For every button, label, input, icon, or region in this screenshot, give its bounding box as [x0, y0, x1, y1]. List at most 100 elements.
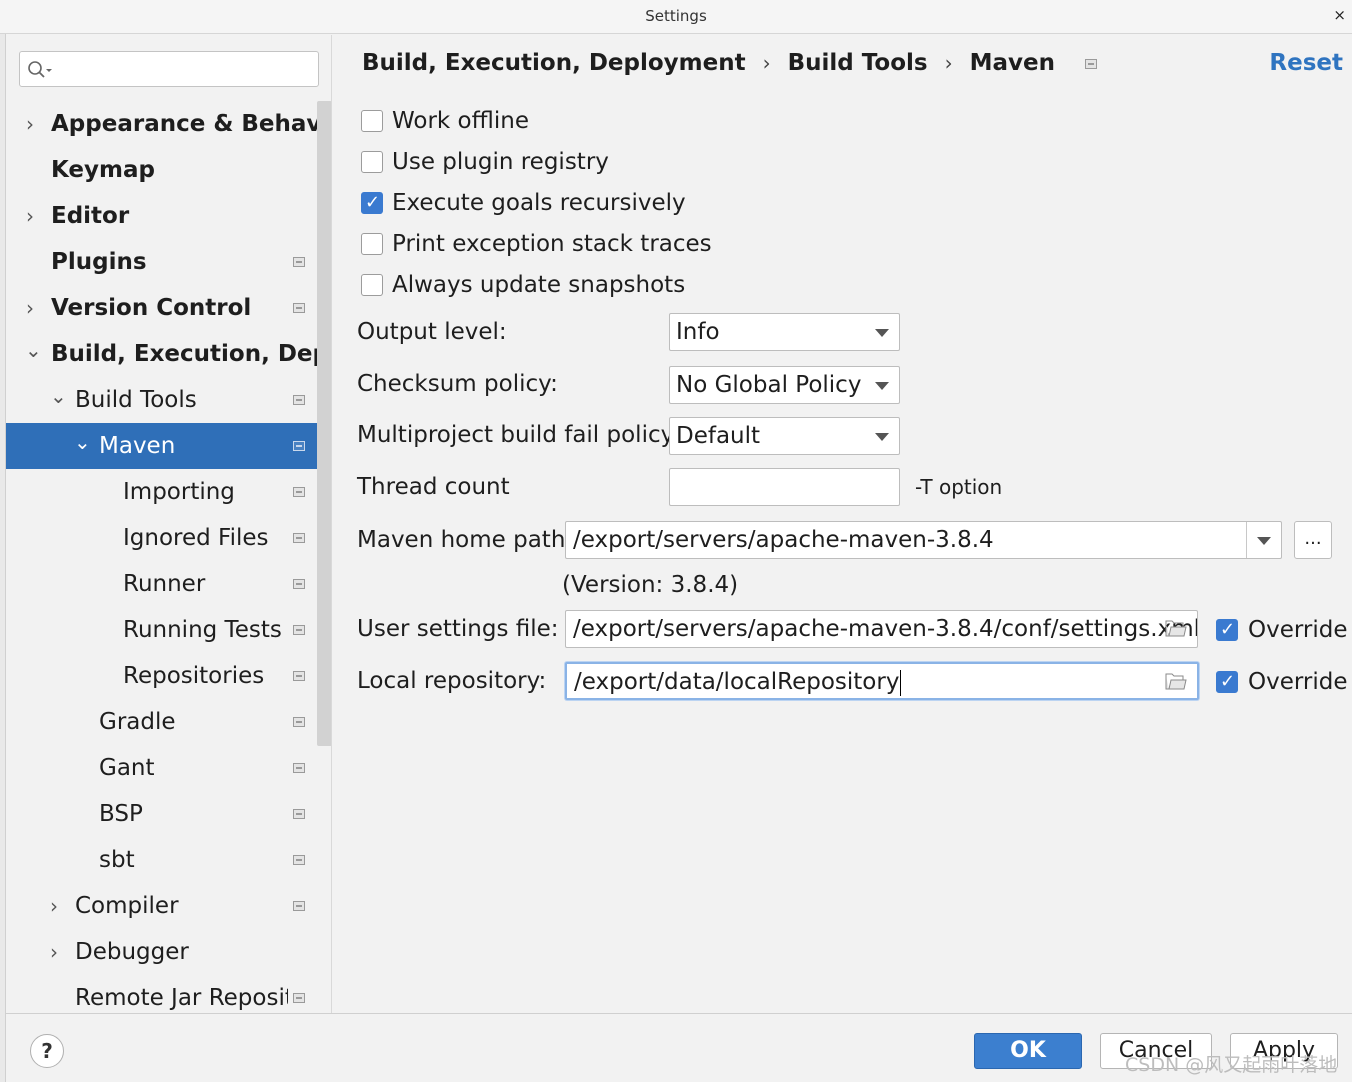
sidebar-item-gant[interactable]: Gant	[6, 745, 331, 791]
sidebar-item-version-control[interactable]: › Version Control	[6, 285, 331, 331]
sidebar-item-maven[interactable]: ⌄ Maven	[6, 423, 331, 469]
sidebar-item-sbt[interactable]: sbt	[6, 837, 331, 883]
dropdown-arrow-icon[interactable]	[1257, 537, 1271, 545]
sidebar-item-runner[interactable]: Runner	[6, 561, 331, 607]
sidebar-item-gradle[interactable]: Gradle	[6, 699, 331, 745]
chevron-down-icon: ⌄	[25, 338, 42, 362]
maven-home-input[interactable]: /export/servers/apache-maven-3.8.4	[565, 521, 1282, 559]
sidebar-item-bsp[interactable]: BSP	[6, 791, 331, 837]
sidebar-item-label: Version Control	[51, 295, 252, 321]
sidebar-item-label: Ignored Files	[123, 525, 269, 551]
breadcrumb-separator: ›	[944, 51, 953, 75]
project-settings-icon	[293, 487, 305, 497]
breadcrumb-build-tools: Build Tools	[787, 50, 928, 76]
combo-divider	[1246, 522, 1247, 558]
project-settings-icon	[293, 855, 305, 865]
sidebar-item-build-tools[interactable]: ⌄ Build Tools	[6, 377, 331, 423]
sidebar-item-plugins[interactable]: Plugins	[6, 239, 331, 285]
sidebar-scrollbar[interactable]	[317, 101, 331, 746]
sidebar-item-label: Compiler	[75, 893, 179, 919]
sidebar-item-build-execution[interactable]: ⌄ Build, Execution, Deplo	[6, 331, 331, 377]
project-settings-icon	[293, 533, 305, 543]
dropdown-arrow-icon	[875, 329, 889, 337]
search-input[interactable]	[19, 51, 319, 87]
checkbox-unchecked[interactable]	[361, 151, 383, 173]
output-level-label: Output level:	[357, 319, 507, 345]
chevron-down-icon: ⌄	[50, 384, 67, 408]
checkbox-checked[interactable]	[1216, 667, 1238, 697]
sidebar-item-ignored-files[interactable]: Ignored Files	[6, 515, 331, 561]
checkbox-label: Work offline	[392, 108, 529, 134]
multiproject-policy-label: Multiproject build fail policy:	[357, 422, 681, 448]
user-settings-input[interactable]: /export/servers/apache-maven-3.8.4/conf/…	[565, 610, 1198, 648]
text-caret	[900, 669, 902, 696]
sidebar-item-debugger[interactable]: › Debugger	[6, 929, 331, 975]
reset-link[interactable]: Reset	[1269, 50, 1343, 76]
chevron-right-icon: ›	[50, 894, 58, 918]
sidebar-item-label: Maven	[99, 433, 176, 459]
maven-home-label: Maven home path:	[357, 527, 574, 553]
sidebar-item-compiler[interactable]: › Compiler	[6, 883, 331, 929]
sidebar-item-keymap[interactable]: Keymap	[6, 147, 331, 193]
sidebar-item-label: Keymap	[51, 157, 155, 183]
project-settings-icon	[293, 625, 305, 635]
ok-button[interactable]: OK	[974, 1033, 1082, 1069]
project-settings-icon	[293, 257, 305, 267]
checkbox-label: Print exception stack traces	[392, 231, 712, 257]
checkbox-unchecked[interactable]	[361, 233, 383, 255]
project-settings-icon	[293, 395, 305, 405]
project-settings-icon	[293, 717, 305, 727]
sidebar-item-remote-jar[interactable]: Remote Jar Reposito	[6, 975, 331, 1013]
close-icon[interactable]: ×	[1333, 6, 1346, 24]
breadcrumb: Build, Execution, Deployment › Build Tools…	[362, 50, 1097, 76]
project-settings-icon	[293, 809, 305, 819]
sidebar-item-appearance[interactable]: › Appearance & Behavior	[6, 101, 331, 147]
sidebar-item-importing[interactable]: Importing	[6, 469, 331, 515]
sidebar-item-label: sbt	[99, 847, 135, 873]
project-settings-icon	[1084, 58, 1097, 69]
project-settings-icon	[293, 763, 305, 773]
checkbox-label: Override	[1248, 669, 1348, 695]
project-settings-icon	[293, 901, 305, 911]
dropdown-arrow-icon	[875, 433, 889, 441]
chevron-right-icon: ›	[50, 940, 58, 964]
checkbox-label: Override	[1248, 617, 1348, 643]
help-button[interactable]: ?	[30, 1034, 64, 1068]
sidebar-item-label: Debugger	[75, 939, 189, 965]
checkbox-checked[interactable]	[361, 188, 383, 218]
dropdown-value: No Global Policy	[676, 372, 862, 398]
sidebar-item-label: Gradle	[99, 709, 176, 735]
thread-count-hint: -T option	[915, 475, 1003, 499]
breadcrumb-separator: ›	[762, 51, 771, 75]
title-bar: Settings ×	[0, 0, 1352, 34]
local-repository-value: /export/data/localRepository	[574, 669, 900, 695]
sidebar-item-label: Build Tools	[75, 387, 197, 413]
sidebar-item-label: Runner	[123, 571, 206, 597]
multiproject-policy-dropdown[interactable]: Default	[669, 417, 900, 455]
folder-icon[interactable]	[1165, 620, 1187, 637]
sidebar-item-label: Editor	[51, 203, 130, 229]
folder-icon[interactable]	[1165, 673, 1187, 690]
settings-tree-panel: › Appearance & Behavior Keymap › Editor …	[6, 35, 332, 1013]
sidebar-item-label: Running Tests	[123, 617, 282, 643]
search-icon	[28, 61, 52, 78]
sidebar-item-repositories[interactable]: Repositories	[6, 653, 331, 699]
output-level-dropdown[interactable]: Info	[669, 313, 900, 351]
thread-count-input[interactable]	[669, 468, 900, 506]
sidebar-item-label: Repositories	[123, 663, 265, 689]
project-settings-icon	[293, 441, 305, 451]
checkbox-unchecked[interactable]	[361, 110, 383, 132]
settings-dialog: Settings × › Appearance & Behavior Keyma…	[0, 0, 1352, 1082]
sidebar-item-editor[interactable]: › Editor	[6, 193, 331, 239]
checksum-policy-dropdown[interactable]: No Global Policy	[669, 366, 900, 404]
thread-count-label: Thread count	[357, 474, 510, 500]
local-repository-input[interactable]: /export/data/localRepository	[565, 662, 1199, 700]
maven-settings-panel: Build, Execution, Deployment › Build Tools…	[333, 35, 1352, 1013]
browse-maven-home-button[interactable]: ...	[1294, 521, 1332, 559]
sidebar-item-label: Plugins	[51, 249, 147, 275]
checkbox-unchecked[interactable]	[361, 274, 383, 296]
sidebar-item-running-tests[interactable]: Running Tests	[6, 607, 331, 653]
maven-home-value: /export/servers/apache-maven-3.8.4	[573, 527, 994, 553]
sidebar-item-label: BSP	[99, 801, 143, 827]
checkbox-checked[interactable]	[1216, 615, 1238, 645]
